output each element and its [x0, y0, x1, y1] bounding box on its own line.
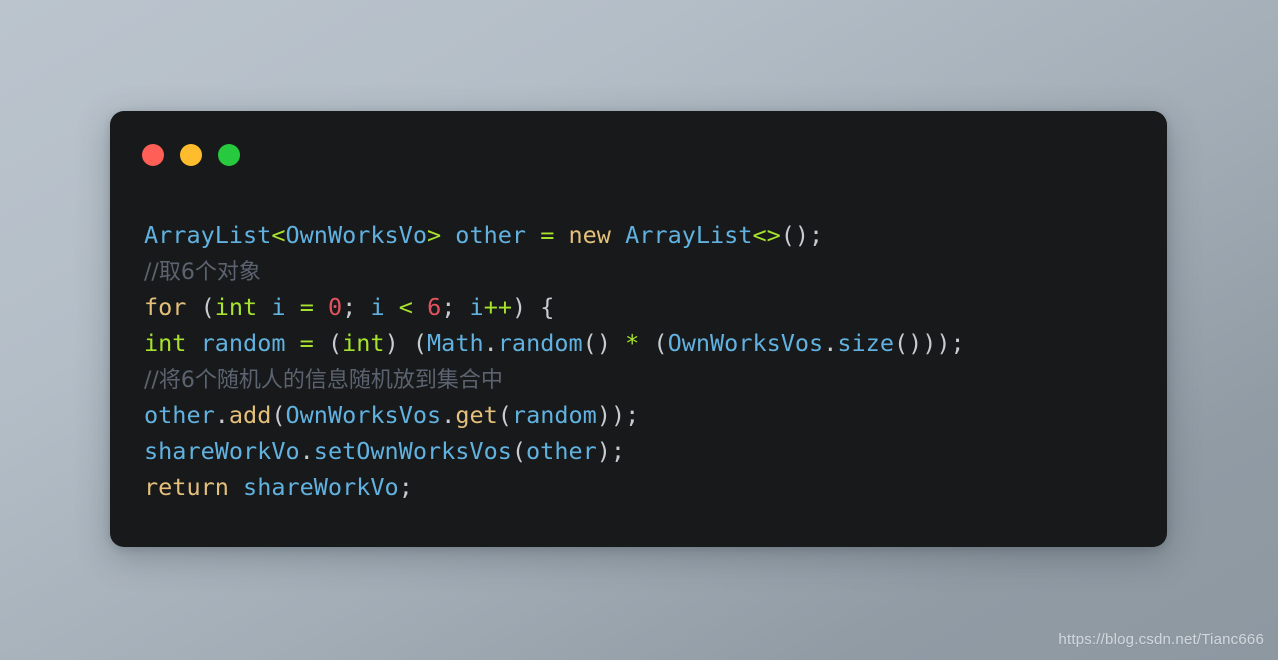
code-token: i [370, 293, 385, 321]
code-token: ( [639, 329, 668, 357]
code-line: other.add(OwnWorksVos.get(random)); [144, 397, 1149, 433]
watermark: https://blog.csdn.net/Tianc666 [1058, 631, 1264, 648]
code-token: size [837, 329, 894, 357]
code-token: = [299, 293, 314, 321]
code-token: . [823, 329, 838, 357]
code-line: //将6个随机人的信息随机放到集合中 [144, 361, 1149, 397]
code-token: * [625, 329, 640, 357]
minimize-window-button[interactable] [180, 144, 202, 166]
code-token: . [214, 401, 229, 429]
code-token: ; [342, 293, 371, 321]
code-token: setOwnWorksVos [313, 437, 512, 465]
code-token: ())); [893, 329, 965, 357]
code-token: //取6个对象 [144, 260, 261, 285]
code-token: ) ( [384, 329, 428, 357]
code-window: ArrayList<OwnWorksVo> other = new ArrayL… [110, 111, 1167, 547]
code-token: ; [398, 473, 413, 501]
close-window-button[interactable] [142, 144, 164, 166]
code-content[interactable]: ArrayList<OwnWorksVo> other = new ArrayL… [144, 217, 1149, 505]
code-token: ); [596, 437, 626, 465]
code-token: <> [752, 221, 781, 249]
code-token: ( [200, 293, 215, 321]
code-token: < [271, 221, 286, 249]
code-line: for (int i = 0; i < 6; i++) { [144, 289, 1149, 325]
code-token: OwnWorksVos [285, 401, 442, 429]
code-token: ( [327, 329, 343, 357]
code-token: ( [271, 401, 286, 429]
code-token: ( [511, 437, 527, 465]
code-token: = [299, 329, 314, 357]
code-line: //取6个对象 [144, 253, 1149, 289]
code-token: add [228, 401, 272, 429]
code-token: shareWorkVo [144, 437, 300, 465]
code-line: ArrayList<OwnWorksVo> other = new ArrayL… [144, 217, 1149, 253]
code-token: ++ [483, 293, 512, 321]
code-token: int [144, 329, 187, 357]
code-token: ; [441, 293, 470, 321]
window-titlebar [142, 144, 240, 166]
code-token: random [511, 401, 597, 429]
code-token: > [426, 221, 442, 249]
code-token: . [441, 401, 456, 429]
code-line: return shareWorkVo; [144, 469, 1149, 505]
code-token: random [497, 329, 583, 357]
code-token: other [455, 221, 527, 249]
code-token: for [144, 293, 187, 321]
code-token: () [582, 329, 626, 357]
code-line: int random = (int) (Math.random() * (Own… [144, 325, 1149, 361]
screen-root: ArrayList<OwnWorksVo> other = new ArrayL… [0, 0, 1278, 660]
code-token: i [271, 293, 286, 321]
code-token: ArrayList [144, 221, 272, 249]
code-token: )); [596, 401, 640, 429]
code-token: 0 [328, 293, 343, 321]
code-token: //将6个随机人的信息随机放到集合中 [144, 368, 503, 393]
code-token: i [469, 293, 484, 321]
code-token: ) { [511, 293, 555, 321]
code-token: OwnWorksVos [667, 329, 824, 357]
code-token: . [299, 437, 314, 465]
code-token: ( [497, 401, 512, 429]
code-token: . [483, 329, 498, 357]
code-token: Math [427, 329, 484, 357]
code-line: shareWorkVo.setOwnWorksVos(other); [144, 433, 1149, 469]
code-token: new [568, 221, 611, 249]
code-token: int [214, 293, 258, 321]
code-token: get [455, 401, 498, 429]
code-token: = [540, 221, 555, 249]
code-token: return [144, 473, 229, 501]
maximize-window-button[interactable] [218, 144, 240, 166]
code-token: other [144, 401, 215, 429]
code-token: < [398, 293, 413, 321]
code-token: OwnWorksVo [285, 221, 427, 249]
code-token: ArrayList [625, 221, 753, 249]
code-token: random [200, 329, 286, 357]
code-token: other [526, 437, 597, 465]
code-token: 6 [427, 293, 442, 321]
code-token: (); [780, 221, 824, 249]
code-token: int [342, 329, 385, 357]
code-token: shareWorkVo [243, 473, 399, 501]
